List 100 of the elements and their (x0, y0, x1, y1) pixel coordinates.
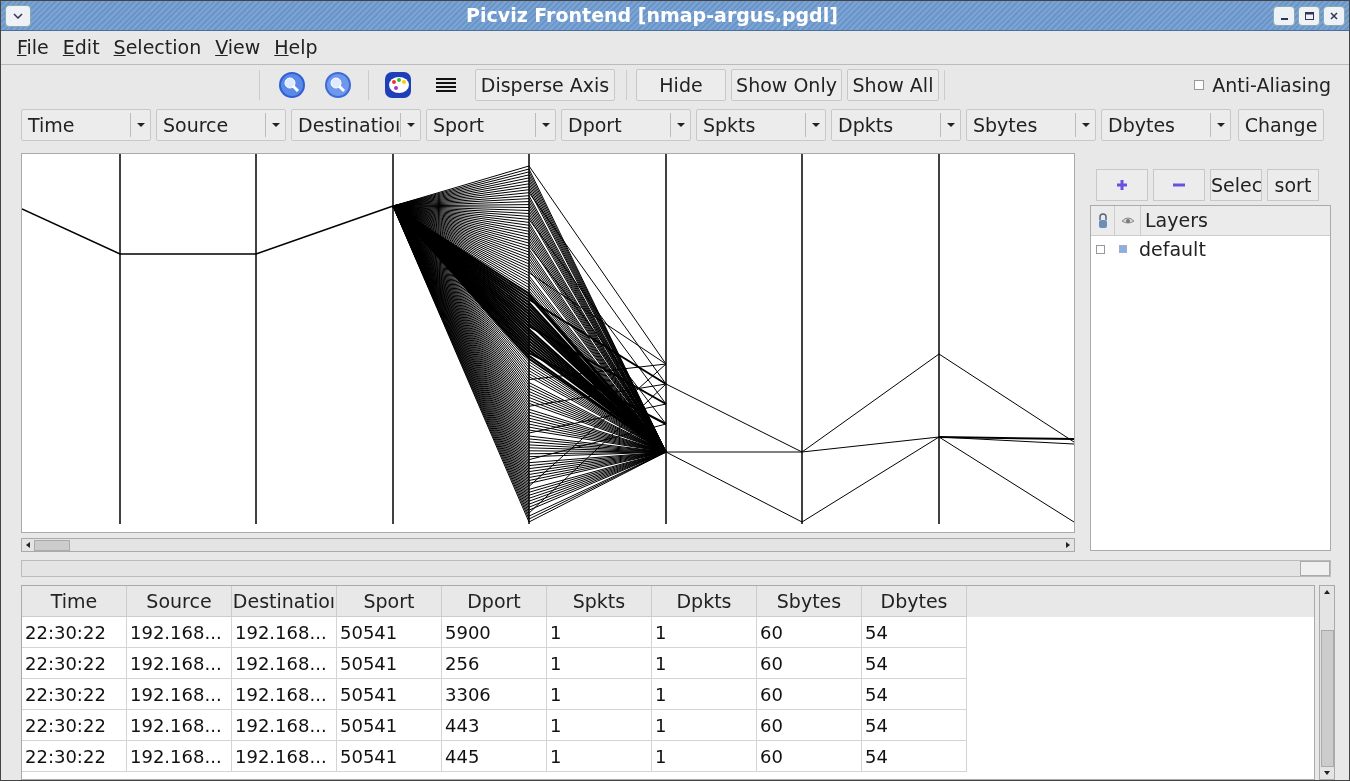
close-button[interactable] (1323, 5, 1345, 26)
menu-item[interactable]: Selection (107, 33, 208, 62)
table-cell: 54 (862, 648, 967, 679)
add-button[interactable] (1096, 169, 1148, 201)
dropdown-arrow-icon (1215, 122, 1226, 128)
scrollbar-thumb[interactable] (34, 539, 70, 551)
axis-dropdown[interactable]: Spkts (696, 109, 826, 141)
menu-item[interactable]: Help (268, 33, 324, 62)
scrollbar-thumb[interactable] (1320, 630, 1334, 767)
change-button[interactable]: Change (1238, 109, 1324, 141)
table-cell: 50541 (337, 617, 442, 648)
dropdown-arrow-icon (675, 122, 686, 128)
table-cell: 54 (862, 741, 967, 772)
table-cell: 22:30:22 (22, 648, 127, 679)
eye-icon (1120, 215, 1135, 226)
table-cell: 1 (547, 648, 652, 679)
table-cell: 50541 (337, 648, 442, 679)
table-cell: 192.168... (127, 617, 232, 648)
column-header[interactable]: Dpkts (652, 586, 757, 617)
dropdown-arrow-icon (945, 122, 956, 128)
table-cell: 192.168... (232, 679, 337, 710)
table-cell: 192.168... (127, 710, 232, 741)
axis-dropdown[interactable]: Sport (426, 109, 556, 141)
table-cell: 1 (652, 648, 757, 679)
table-cell: 54 (862, 679, 967, 710)
table-cell: 443 (442, 710, 547, 741)
layer-button[interactable]: Selec (1210, 169, 1262, 201)
slider-thumb[interactable] (1300, 561, 1330, 576)
axis-dropdown[interactable]: Source (156, 109, 286, 141)
layer-icon (1119, 245, 1127, 253)
column-header[interactable]: Source (127, 586, 232, 617)
axis-dropdown[interactable]: Destinatioı (291, 109, 421, 141)
palette-icon (384, 71, 412, 99)
menu-item[interactable]: Edit (56, 33, 106, 62)
axis-dropdown[interactable]: Time (21, 109, 151, 141)
table-cell: 60 (757, 710, 862, 741)
checkbox[interactable] (1194, 80, 1205, 90)
table-cell: 60 (757, 679, 862, 710)
anti-aliasing-checkbox[interactable]: Anti-Aliasing (1194, 70, 1331, 100)
lock-icon (1097, 212, 1108, 229)
table-cell: 256 (442, 648, 547, 679)
column-header[interactable]: Sport (337, 586, 442, 617)
table-cell: 1 (547, 710, 652, 741)
toolbar-button[interactable]: Hide (636, 69, 726, 101)
table-cell: 1 (547, 741, 652, 772)
dropdown-arrow-icon (405, 122, 416, 128)
axis-dropdown[interactable]: Dport (561, 109, 691, 141)
table-cell: 22:30:22 (22, 710, 127, 741)
window-menu-button[interactable] (5, 4, 31, 27)
axis-dropdown[interactable]: Dpkts (831, 109, 961, 141)
zoom-in-icon (278, 71, 306, 99)
table-cell: 60 (757, 741, 862, 772)
table-cell: 50541 (337, 710, 442, 741)
column-header[interactable]: Destinatioı (232, 586, 337, 617)
minimize-button[interactable] (1273, 5, 1295, 26)
table-cell: 1 (652, 710, 757, 741)
table-cell: 60 (757, 648, 862, 679)
toolbar-button[interactable]: Disperse Axis (475, 69, 615, 101)
toolbar-button[interactable]: Show All (847, 69, 939, 101)
dropdown-arrow-icon (270, 122, 281, 128)
column-header[interactable]: Sbytes (757, 586, 862, 617)
table-cell: 54 (862, 710, 967, 741)
maximize-icon (1304, 11, 1314, 20)
close-icon (1330, 11, 1338, 20)
column-header[interactable]: Dbytes (862, 586, 967, 617)
table-cell: 54 (862, 617, 967, 648)
table-cell: 1 (652, 741, 757, 772)
dropdown-arrow-icon (810, 122, 821, 128)
table-cell: 1 (547, 617, 652, 648)
table-cell: 1 (652, 617, 757, 648)
menu-item[interactable]: File (11, 33, 55, 62)
column-header[interactable]: Dport (442, 586, 547, 617)
layer-name[interactable]: default (1139, 234, 1206, 264)
column-header[interactable]: Spkts (547, 586, 652, 617)
axis-dropdown[interactable]: Dbytes (1101, 109, 1231, 141)
table-cell: 22:30:22 (22, 741, 127, 772)
table-cell: 192.168... (232, 741, 337, 772)
table-cell: 1 (547, 679, 652, 710)
table-cell: 60 (757, 617, 862, 648)
table-cell: 192.168... (127, 648, 232, 679)
table-cell: 445 (442, 741, 547, 772)
column-header[interactable]: Time (22, 586, 127, 617)
table-cell: 192.168... (232, 710, 337, 741)
table-cell: 192.168... (232, 617, 337, 648)
table-cell: 22:30:22 (22, 617, 127, 648)
slider-track[interactable] (21, 560, 1331, 577)
maximize-button[interactable] (1298, 5, 1320, 26)
checkbox[interactable] (1096, 244, 1105, 254)
table-cell: 50541 (337, 679, 442, 710)
horizontal-scrollbar[interactable] (21, 538, 1075, 552)
axis-dropdown[interactable]: Sbytes (966, 109, 1096, 141)
remove-button[interactable] (1153, 169, 1205, 201)
layer-button[interactable]: sort (1267, 169, 1319, 201)
window-title: Picviz Frontend [nmap-argus.pgdl] (466, 3, 838, 29)
menu-item[interactable]: View (209, 33, 267, 62)
table-cell: 192.168... (127, 679, 232, 710)
table-cell: 5900 (442, 617, 547, 648)
vertical-scrollbar[interactable] (1319, 585, 1335, 780)
table-cell: 50541 (337, 741, 442, 772)
toolbar-button[interactable]: Show Only (731, 69, 842, 101)
